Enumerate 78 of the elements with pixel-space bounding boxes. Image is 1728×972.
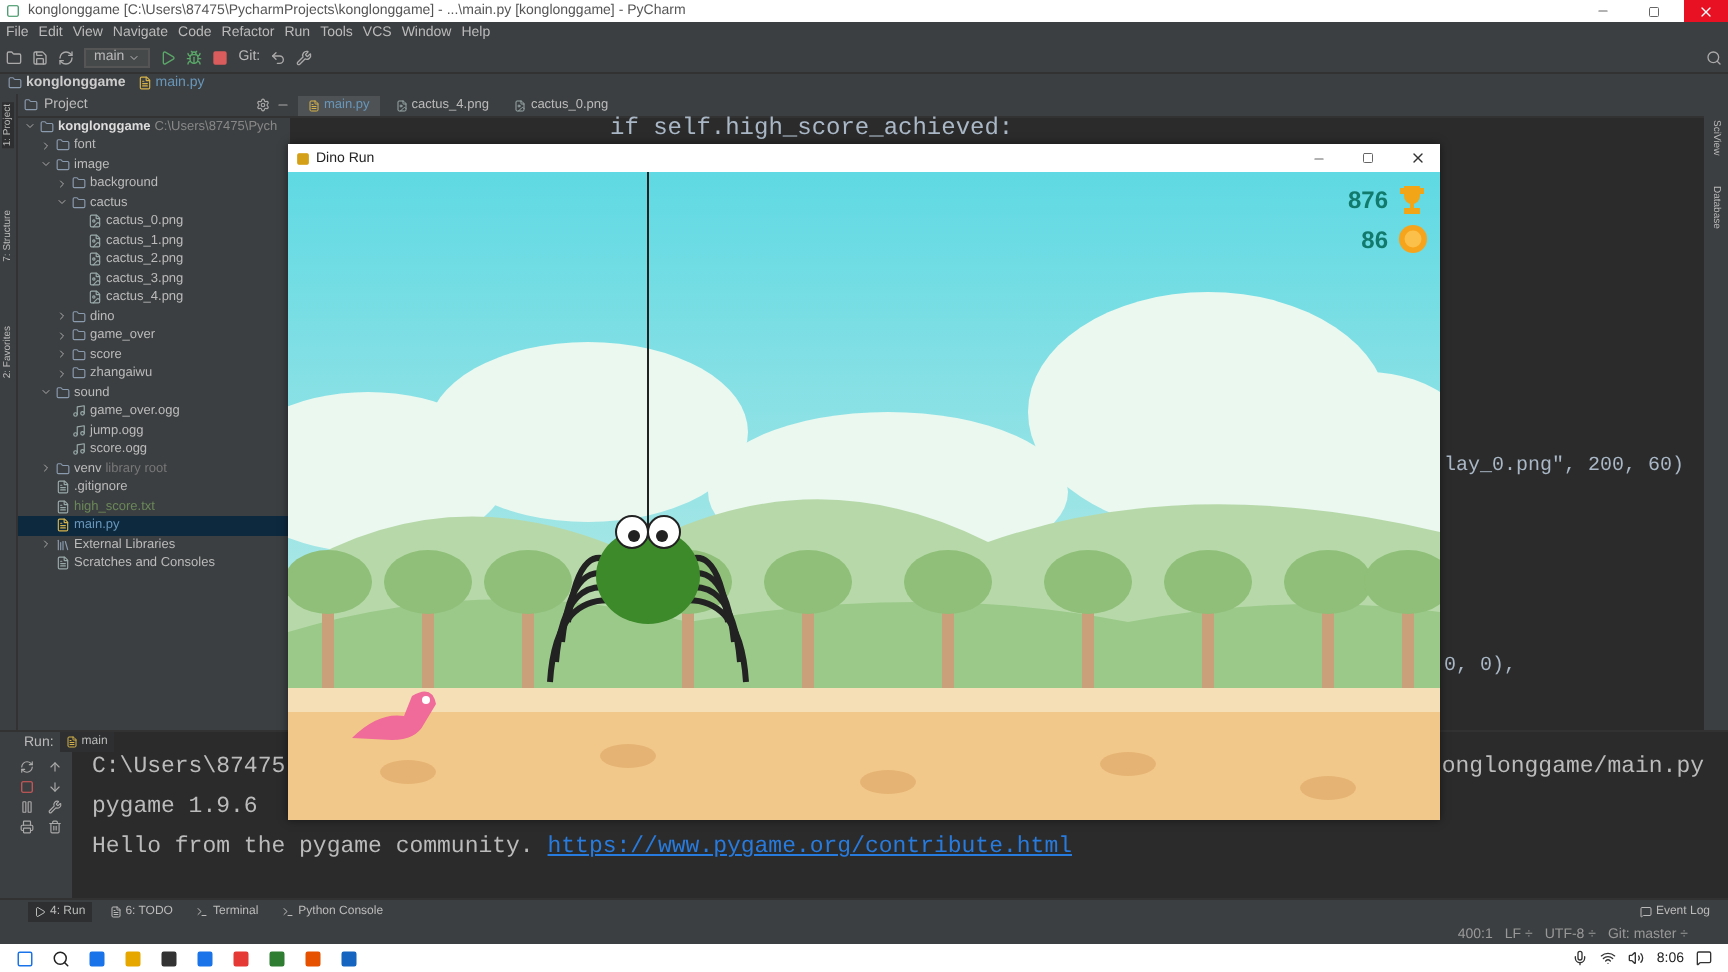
folder-icon: [56, 385, 70, 400]
file-icon: [56, 537, 70, 552]
file-icon: [88, 252, 102, 267]
play-icon[interactable]: [160, 49, 177, 66]
chevron-right-icon: [40, 538, 52, 551]
chevron-down-icon: [24, 120, 36, 133]
console-line: onglonggame/main.py: [1441, 754, 1704, 781]
file-icon: [514, 99, 527, 112]
chevron-down-icon: [56, 196, 68, 209]
start-icon[interactable]: [16, 949, 34, 968]
maximize-icon: [1362, 152, 1374, 164]
file-icon: [65, 736, 78, 748]
console-line: C:\Users\87475: [92, 754, 286, 781]
search-icon[interactable]: [52, 949, 70, 968]
file-icon: [137, 76, 152, 91]
minimize-icon: [1595, 4, 1609, 18]
dinosaur-drawing: [352, 691, 436, 740]
chevron-right-icon: [40, 139, 52, 152]
file-icon: [88, 214, 102, 229]
code-line: if self.high_score_achieved:: [610, 117, 1014, 138]
refresh-icon[interactable]: [58, 49, 74, 66]
coin-icon: [1398, 224, 1428, 254]
folder-icon: [72, 309, 86, 324]
file-icon: [72, 423, 86, 438]
file-icon: [56, 499, 70, 514]
volume-icon[interactable]: [1628, 950, 1645, 967]
folder-icon[interactable]: [6, 49, 22, 66]
score-text: 876: [1347, 186, 1388, 214]
file-icon: [56, 480, 70, 495]
file-icon: [308, 99, 320, 112]
folder-icon: [72, 347, 86, 362]
maximize-icon: [1648, 5, 1660, 17]
folder-icon: [72, 195, 86, 210]
folder-icon: [72, 328, 86, 343]
file-icon: [88, 233, 102, 248]
chevron-down-icon: [40, 386, 52, 399]
close-icon: [1410, 150, 1426, 166]
folder-icon: [72, 366, 86, 381]
file-icon: [395, 99, 408, 112]
folder-icon: [24, 97, 38, 112]
file-icon: [56, 556, 70, 571]
folder-icon: [8, 76, 22, 91]
stop-icon[interactable]: [212, 49, 229, 66]
file-icon: [72, 442, 86, 457]
wifi-icon[interactable]: [1600, 950, 1617, 967]
play-icon: [34, 906, 46, 919]
folder-icon: [56, 138, 70, 153]
trophy-icon: [1396, 184, 1428, 216]
notification-icon[interactable]: [1696, 950, 1712, 967]
app-icon: [6, 4, 20, 18]
file-icon: [72, 404, 86, 419]
speech-bubble-icon: [1639, 906, 1652, 919]
coin-count-text: 86: [1361, 225, 1388, 253]
code-line: 0, 0),: [1444, 657, 1517, 678]
folder-icon: [72, 176, 86, 191]
chevron-right-icon: [40, 462, 52, 475]
app-icon: [296, 151, 310, 165]
folder-icon: [56, 157, 70, 172]
folder-icon: [40, 119, 54, 134]
chevron-right-icon: [56, 177, 68, 190]
wrench-icon[interactable]: [296, 49, 313, 66]
caret-icon: [128, 51, 141, 64]
settings-icon[interactable]: [256, 97, 270, 112]
bug-icon[interactable]: [186, 49, 203, 66]
microphone-icon[interactable]: [1572, 950, 1589, 967]
chevron-down-icon: [40, 158, 52, 171]
save-icon[interactable]: [32, 49, 48, 66]
code-line: lay_0.png", 200, 60): [1444, 457, 1685, 478]
folder-icon: [56, 461, 70, 476]
close-icon: [1698, 3, 1714, 19]
console-line: Hello from the pygame community. https://www.pygame.org/contribute.html: [92, 834, 1072, 861]
console-line: pygame 1.9.6: [92, 794, 258, 821]
undo-icon[interactable]: [270, 49, 287, 66]
contribute-link[interactable]: https://www.pygame.org/contribute.html: [547, 834, 1072, 861]
file-icon: [88, 290, 102, 305]
file-icon: [56, 518, 70, 533]
list-icon: [109, 906, 122, 919]
file-icon: [88, 271, 102, 286]
